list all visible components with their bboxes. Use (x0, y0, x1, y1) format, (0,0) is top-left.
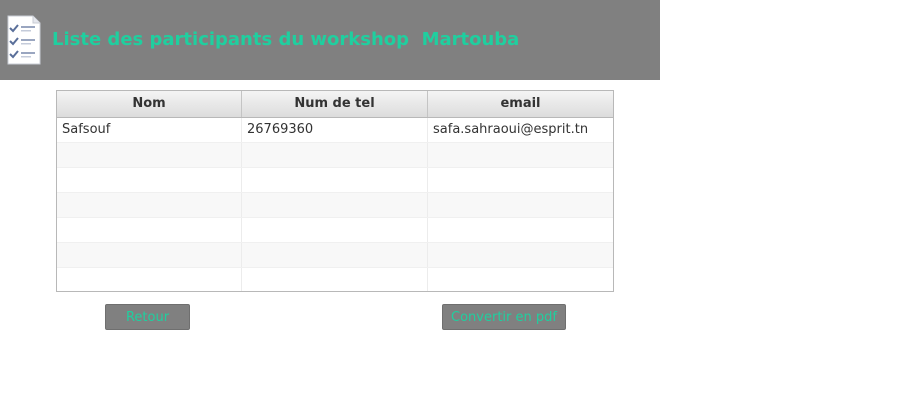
cell-num-de-tel[interactable] (242, 193, 428, 217)
page-title: Liste des participants du workshop Marto… (52, 29, 520, 50)
cell-email[interactable] (428, 193, 613, 217)
retour-button[interactable]: Retour (105, 304, 190, 330)
participants-table[interactable]: Nom Num de tel email Safsouf 26769360 safa… (56, 90, 614, 292)
table-row[interactable] (57, 218, 613, 243)
cell-email[interactable] (428, 143, 613, 167)
cell-num-de-tel[interactable] (242, 168, 428, 192)
checklist-document-icon (7, 15, 41, 65)
convert-pdf-button[interactable]: Convertir en pdf (442, 304, 566, 330)
cell-num-de-tel[interactable] (242, 143, 428, 167)
cell-nom[interactable] (57, 193, 242, 217)
cell-num-de-tel[interactable] (242, 243, 428, 267)
table-row[interactable]: Safsouf 26769360 safa.sahraoui@esprit.tn (57, 118, 613, 143)
cell-nom[interactable] (57, 243, 242, 267)
cell-nom[interactable] (57, 268, 242, 291)
table-row[interactable] (57, 143, 613, 168)
cell-email[interactable]: safa.sahraoui@esprit.tn (428, 118, 613, 142)
cell-email[interactable] (428, 268, 613, 291)
table-row[interactable] (57, 268, 613, 291)
header-bar: Liste des participants du workshop Marto… (0, 0, 660, 80)
cell-email[interactable] (428, 218, 613, 242)
cell-num-de-tel[interactable] (242, 268, 428, 291)
column-header-num-de-tel[interactable]: Num de tel (242, 91, 428, 117)
cell-nom[interactable]: Safsouf (57, 118, 242, 142)
cell-nom[interactable] (57, 143, 242, 167)
table-header: Nom Num de tel email (57, 91, 613, 118)
cell-nom[interactable] (57, 168, 242, 192)
column-header-nom[interactable]: Nom (57, 91, 242, 117)
table-row[interactable] (57, 193, 613, 218)
cell-num-de-tel[interactable]: 26769360 (242, 118, 428, 142)
cell-email[interactable] (428, 168, 613, 192)
cell-num-de-tel[interactable] (242, 218, 428, 242)
table-row[interactable] (57, 168, 613, 193)
cell-nom[interactable] (57, 218, 242, 242)
table-row[interactable] (57, 243, 613, 268)
column-header-email[interactable]: email (428, 91, 613, 117)
cell-email[interactable] (428, 243, 613, 267)
table-body: Safsouf 26769360 safa.sahraoui@esprit.tn (57, 118, 613, 291)
